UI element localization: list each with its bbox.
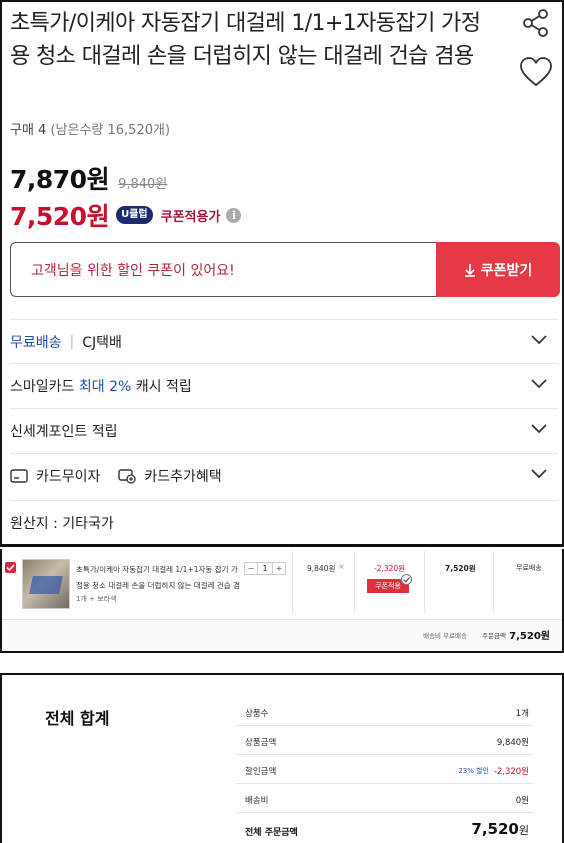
point-row[interactable]: 신세계포인트 적립 [10, 408, 558, 452]
item-checkbox[interactable] [5, 562, 16, 573]
product-count-row: 상품수 1개 [245, 707, 529, 737]
row-divider [236, 812, 533, 813]
download-icon [464, 263, 475, 277]
cart-shipping: 무료배송 [516, 564, 542, 572]
free-shipping-label: 무료배송 [10, 334, 62, 351]
price: 7,870원 [10, 165, 110, 194]
remove-item-button[interactable]: × [338, 562, 345, 571]
card-benefit-row[interactable]: 카드무이자 카드추가혜택 [10, 453, 558, 497]
card-benefit-label: 카드추가혜택 [144, 468, 222, 485]
cart-original-price: 9,840원 [307, 564, 336, 573]
cart-item-name[interactable]: 초특가/이케아 자동잡기 대걸레 1/1+1자동 잡기 가정용 청소 대걸레 손… [76, 562, 241, 594]
origin-label: 원산지 : 기타국가 [10, 515, 114, 532]
share-icon[interactable] [521, 8, 551, 38]
order-total-panel: 전체 합계 상품수 1개 상품금액 9,840원 할인금액 23% 할인 -2,… [0, 673, 564, 843]
coupon-message: 고객님을 위한 할인 쿠폰이 있어요! [31, 262, 235, 279]
coupon-message-box: 고객님을 위한 할인 쿠폰이 있어요! [10, 242, 436, 297]
column-divider [493, 551, 494, 613]
shipping-row[interactable]: 무료배송 | CJ택배 [10, 319, 558, 363]
card-icon [10, 468, 30, 484]
qty-plus-button[interactable]: + [273, 563, 285, 574]
product-amount-value: 9,840원 [496, 738, 529, 748]
original-price: 9,840원 [118, 177, 168, 192]
order-total-value: 7,520 [471, 820, 519, 838]
order-total-unit: 원 [518, 824, 529, 837]
heart-icon[interactable] [519, 56, 553, 88]
apply-coupon-label: 쿠폰적용 [375, 582, 401, 590]
coupon-download-button[interactable]: 쿠폰받기 [436, 242, 560, 297]
order-total-amount: 7,520원 [471, 820, 529, 838]
cart-summary-label: 주문금액 [482, 632, 506, 640]
price-row: 7,870원 9,840원 [10, 160, 167, 196]
shipping-fee-value: 0원 [515, 796, 529, 806]
total-heading: 전체 합계 [45, 709, 110, 728]
info-icon[interactable]: i [226, 207, 242, 223]
card-interest-label: 카드무이자 [36, 468, 101, 485]
qty-minus-button[interactable]: − [245, 563, 257, 574]
shipping-fee-label: 배송비 [245, 796, 269, 806]
chevron-down-icon [531, 424, 547, 434]
card-plus-icon [118, 468, 138, 484]
row-divider [236, 754, 533, 755]
qty-value[interactable]: 1 [257, 563, 273, 574]
purchase-info: 구매 4 (남은수량 16,520개) [10, 119, 170, 138]
product-amount-label: 상품금액 [245, 738, 277, 748]
cart-sale-price: 7,520원 [445, 564, 476, 573]
cart-item-panel: 초특가/이케아 자동잡기 대걸레 1/1+1자동 잡기 가정용 청소 대걸레 손… [0, 549, 564, 653]
row-divider [236, 783, 533, 784]
sale-price: 7,520원 [10, 202, 110, 231]
coupon-button-label: 쿠폰받기 [480, 262, 533, 279]
row-divider: | [69, 333, 75, 350]
column-divider [424, 551, 425, 613]
discount-rate: 23% 할인 [458, 767, 489, 775]
product-amount-row: 상품금액 9,840원 [245, 736, 529, 766]
product-info-panel: 초특가/이케아 자동잡기 대걸레 1/1+1자동잡기 가정용 청소 대걸레 손을… [0, 0, 564, 547]
courier-label: CJ택배 [82, 334, 122, 351]
chevron-down-icon [531, 469, 547, 479]
discount-row: 할인금액 23% 할인 -2,320원 [245, 765, 529, 795]
cart-discount: -2,320원 [374, 564, 406, 573]
discount-value: -2,320원 [493, 767, 529, 777]
product-title: 초특가/이케아 자동잡기 대걸레 1/1+1자동잡기 가정용 청소 대걸레 손을… [10, 11, 481, 69]
cart-summary-value: 7,520원 [509, 631, 550, 642]
smilecard-prefix: 스마일카드 [10, 378, 79, 395]
smilecard-highlight: 최대 2% [78, 378, 132, 395]
cart-item-option: 1개 + 보라색 [76, 595, 117, 603]
order-total-label: 전체 주문금액 [245, 828, 298, 838]
quantity-stepper[interactable]: − 1 + [244, 562, 286, 575]
product-count-value: 1개 [515, 709, 529, 719]
cart-summary-shipping: 배송비 무료배송 [423, 632, 467, 640]
purchase-count: 구매 4 [10, 123, 47, 138]
discount-label: 할인금액 [245, 767, 277, 777]
origin-row: 원산지 : 기타국가 [10, 500, 558, 544]
point-label: 신세계포인트 적립 [10, 423, 118, 440]
order-total-row: 전체 주문금액 7,520원 [245, 820, 529, 843]
u-club-badge: U클럽 [116, 206, 153, 224]
smilecard-suffix: 캐시 적립 [131, 378, 192, 395]
chevron-down-icon [531, 335, 547, 345]
product-count-label: 상품수 [245, 709, 269, 719]
product-thumbnail[interactable] [22, 559, 70, 609]
check-circle-icon [401, 574, 412, 585]
cart-summary-row: 배송비 무료배송 주문금액 7,520원 [2, 619, 562, 651]
chevron-down-icon [531, 379, 547, 389]
row-divider [236, 725, 533, 726]
smilecard-row[interactable]: 스마일카드 최대 2% 캐시 적립 [10, 363, 558, 407]
sale-price-row: 7,520원 U클럽 쿠폰적용가 i [10, 197, 242, 233]
remaining-stock: (남은수량 16,520개) [50, 123, 171, 138]
column-divider [292, 551, 293, 613]
coupon-price-label: 쿠폰적용가 [160, 209, 221, 225]
column-divider [354, 551, 355, 613]
